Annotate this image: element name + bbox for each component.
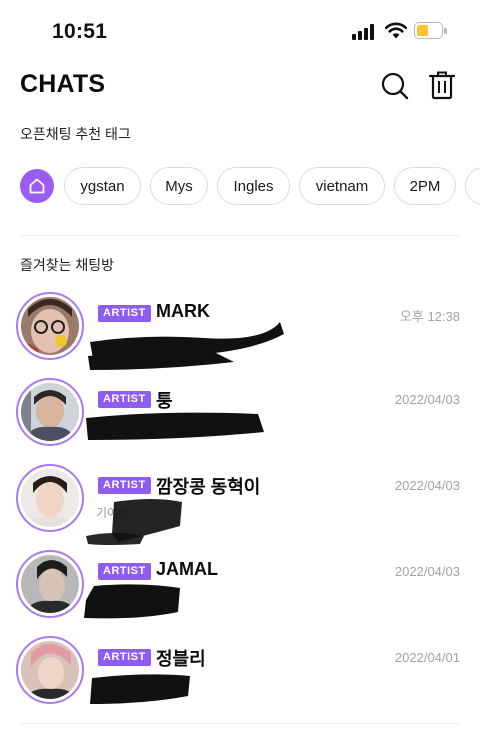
tag-chip[interactable]: ygstan <box>64 167 141 205</box>
chat-time: 2022/04/01 <box>394 650 460 665</box>
avatar <box>16 292 84 360</box>
divider <box>20 723 460 724</box>
redacted-preview <box>90 674 190 704</box>
redacted-preview <box>84 584 180 619</box>
artist-badge: ARTIST <box>98 391 151 408</box>
chat-name: 정블리 <box>156 649 206 669</box>
redacted-preview <box>86 499 182 545</box>
battery-icon <box>414 22 447 39</box>
chat-time: 2022/04/03 <box>394 564 460 579</box>
home-tag-button[interactable] <box>20 169 54 203</box>
home-icon <box>29 178 45 194</box>
avatar <box>16 550 84 618</box>
chat-time: 2022/04/03 <box>394 478 460 493</box>
tag-chip[interactable]: Ingles <box>217 167 290 205</box>
delete-button[interactable] <box>428 70 458 100</box>
chat-row-jeongbeulli[interactable]: ARTIST 정블리 2022/04/01 <box>0 636 480 722</box>
chat-time: 2022/04/03 <box>394 392 460 407</box>
cellular-signal-icon <box>352 24 374 40</box>
search-icon <box>381 72 409 100</box>
status-time: 10:51 <box>52 20 108 43</box>
chat-name: JAMAL <box>156 559 218 579</box>
tag-chip[interactable]: 2PM <box>394 167 456 205</box>
redacted-preview <box>88 322 284 370</box>
trash-icon <box>428 71 456 100</box>
chat-row-tung[interactable]: ARTIST 퉁 2022/04/03 <box>0 378 480 464</box>
tag-chip[interactable]: Mys <box>150 167 208 205</box>
page-title: CHATS <box>20 70 106 98</box>
favorites-title: 즐겨찾는 채팅방 <box>20 257 115 273</box>
status-bar: 10:51 <box>0 0 480 62</box>
recommended-tags-title: 오픈채팅 추천 태그 <box>20 126 131 142</box>
tag-chip-partial[interactable] <box>465 167 480 205</box>
artist-badge: ARTIST <box>98 563 151 580</box>
avatar <box>16 636 84 704</box>
search-button[interactable] <box>380 71 410 101</box>
divider <box>20 235 460 236</box>
avatar <box>16 464 84 532</box>
avatar <box>16 378 84 446</box>
chat-row-mark[interactable]: ARTIST MARK 오후 12:38 <box>0 292 480 378</box>
artist-badge: ARTIST <box>98 649 151 666</box>
chat-time: 오후 12:38 <box>399 309 460 324</box>
tags-row: ygstan Mys Ingles vietnam 2PM <box>20 167 480 205</box>
chat-row-jamal[interactable]: ARTIST JAMAL 2022/04/03 <box>0 550 480 636</box>
artist-badge: ARTIST <box>98 477 151 494</box>
redacted-preview <box>86 412 264 440</box>
wifi-icon <box>384 22 408 39</box>
chat-row-kkamjangkong[interactable]: ARTIST 깜장콩 동혁이 2022/04/03 기여미 <box>0 464 480 550</box>
tag-chip[interactable]: vietnam <box>299 167 385 205</box>
